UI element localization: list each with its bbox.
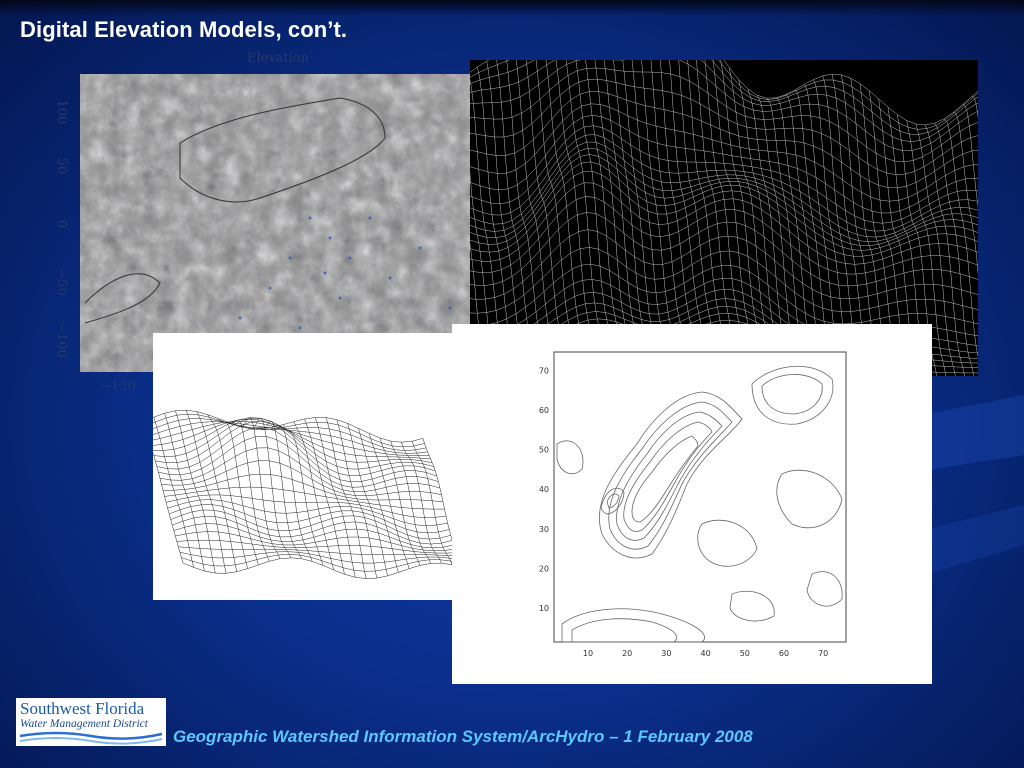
contour-x-tick: 50 <box>740 649 750 658</box>
contour-x-tick: 70 <box>818 649 828 658</box>
contour-x-tick: 40 <box>701 649 711 658</box>
contour-y-tick: 20 <box>539 564 549 573</box>
contour-x-axis: 10 20 30 40 50 60 70 <box>583 649 828 658</box>
mesh-surface-image <box>153 333 455 600</box>
relief-title: Elevation <box>247 51 310 66</box>
contour-x-tick: 30 <box>661 649 671 658</box>
contour-y-tick: 60 <box>539 406 549 415</box>
relief-y-tick: 50 <box>54 158 69 175</box>
contour-y-axis: 10 20 30 40 50 60 70 <box>539 366 549 613</box>
contour-y-tick: 70 <box>539 366 549 375</box>
contour-lines <box>556 365 843 643</box>
swfwmd-logo: Southwest Florida Water Management Distr… <box>16 698 166 746</box>
relief-y-tick: −100 <box>54 322 69 358</box>
contour-y-tick: 10 <box>539 604 549 613</box>
relief-x-tick: −150 <box>100 379 136 394</box>
contour-x-tick: 20 <box>622 649 632 658</box>
relief-y-tick: 0 <box>54 220 69 228</box>
contour-plot-image: 10 20 30 40 50 60 70 10 20 30 40 50 60 70 <box>452 324 932 684</box>
contour-y-tick: 40 <box>539 485 549 494</box>
mesh-surface <box>153 409 455 579</box>
relief-y-tick: −50 <box>54 268 69 295</box>
contour-plot: 10 20 30 40 50 60 70 10 20 30 40 50 60 70 <box>539 351 847 658</box>
mesh-lines <box>153 409 455 579</box>
slide-footer: Geographic Watershed Information System/… <box>173 727 753 746</box>
contour-x-tick: 60 <box>779 649 789 658</box>
contour-y-tick: 30 <box>539 525 549 534</box>
contour-y-tick: 50 <box>539 446 549 455</box>
logo-waves-icon <box>19 731 163 745</box>
contour-frame <box>553 351 847 643</box>
relief-y-tick: 100 <box>54 100 69 125</box>
relief-y-axis: 100 50 0 −50 −100 <box>54 100 69 358</box>
slide-title: Digital Elevation Models, con’t. <box>20 17 348 42</box>
contour-x-tick: 10 <box>583 649 593 658</box>
